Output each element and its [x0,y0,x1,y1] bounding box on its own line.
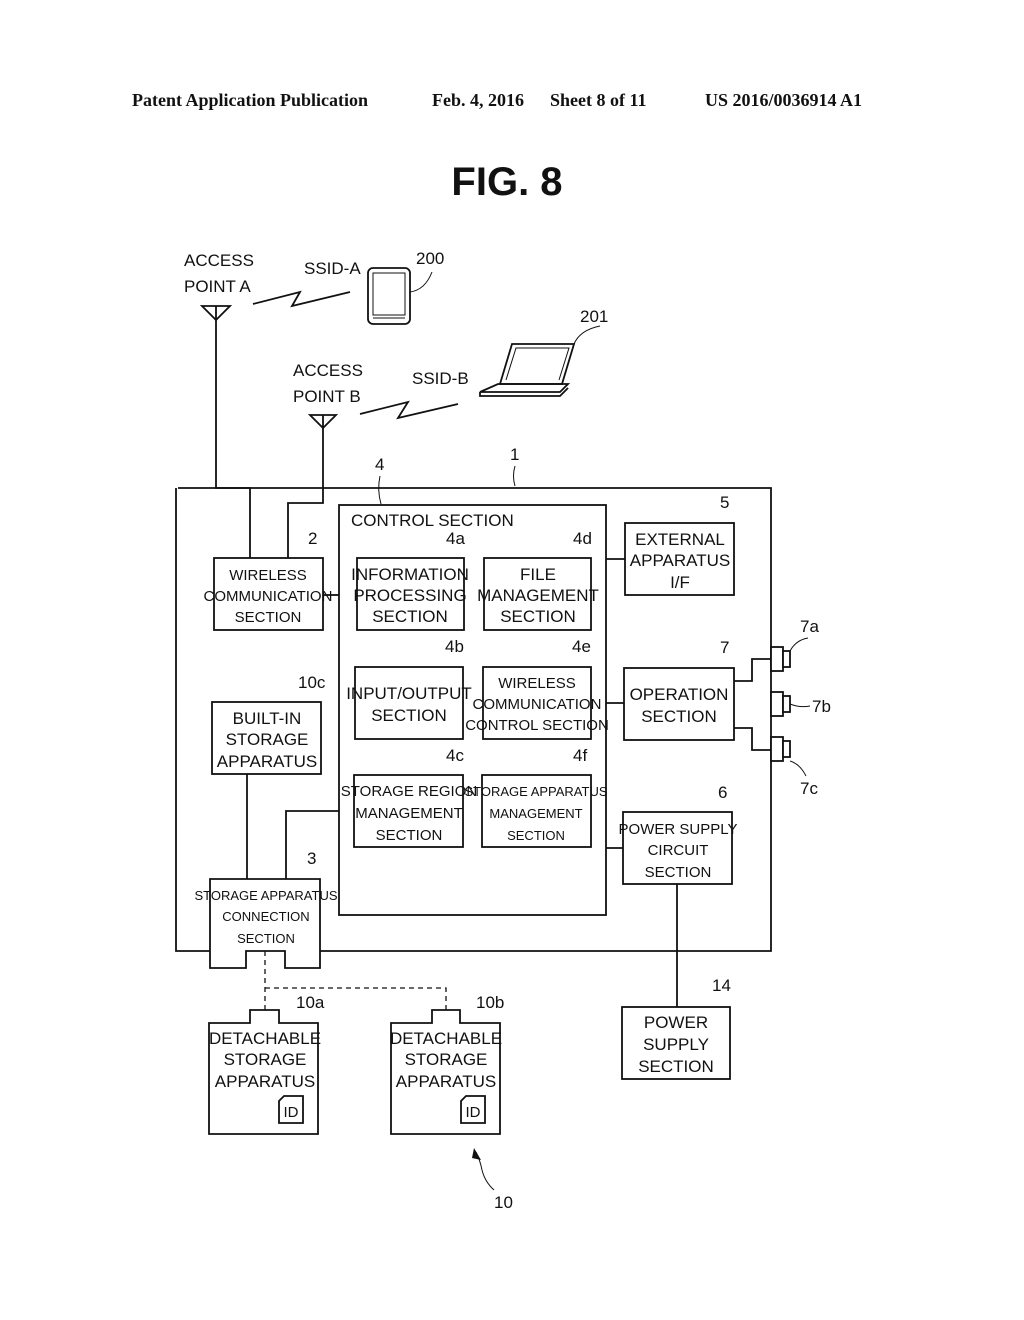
operation-line-2: SECTION [641,707,717,726]
external-if-line-3: I/F [670,573,690,592]
power-circuit-line-3: SECTION [645,864,712,881]
block-4e-line-1: WIRELESS [498,675,576,692]
wireless-communication-ref: 2 [308,529,317,548]
tablet-ref: 200 [416,249,444,268]
block-4a-line-3: SECTION [372,607,448,626]
external-if-ref: 5 [720,493,729,512]
wireless-communication-line-2: COMMUNICATION [204,588,333,605]
detachable-10a-line-3: APPARATUS [215,1072,315,1091]
operation-box [623,667,735,741]
block-4a-ref: 4a [446,529,465,548]
detachable-10b-line-3: APPARATUS [396,1072,496,1091]
block-4c-ref: 4c [446,746,464,765]
storage-connection-line-2: CONNECTION [222,909,309,924]
power-circuit-line-1: POWER SUPPLY [619,821,738,838]
block-4b [354,666,464,740]
power-circuit-ref: 6 [718,783,727,802]
block-4e-line-3: CONTROL SECTION [465,717,609,734]
ssid-a-label: SSID-A [304,259,361,278]
built-in-storage-line-3: APPARATUS [217,752,317,771]
block-4b-ref: 4b [445,637,464,656]
access-point-b-label-1: ACCESS [293,361,363,380]
power-supply-line-2: SUPPLY [643,1035,709,1054]
block-diagram: ACCESS POINT A SSID-A 200 ACCESS POINT B… [175,249,831,1212]
wireless-link-a-icon [252,290,351,308]
external-if-line-2: APPARATUS [630,551,730,570]
block-4f-line-1: STORAGE APPARATUS [464,784,607,799]
block-4f-line-3: SECTION [507,828,565,843]
id-card-10a-label: ID [284,1104,299,1121]
antenna-a-line [215,306,251,558]
detachable-10b-ref: 10b [476,993,504,1012]
operation-to-buttons-line [734,658,771,751]
detachable-10b-line-1: DETACHABLE [390,1029,502,1048]
id-card-10b-label: ID [466,1104,481,1121]
external-if-line-1: EXTERNAL [635,530,725,549]
built-in-storage-line-2: STORAGE [226,730,309,749]
tablet-icon [367,267,433,325]
power-supply-line-1: POWER [644,1013,708,1032]
control-section-title: CONTROL SECTION [351,511,514,530]
laptop-icon [479,325,601,397]
block-4f-ref: 4f [573,746,587,765]
detachable-10b-line-2: STORAGE [405,1050,488,1069]
control-section-ref: 4 [375,455,384,474]
power-supply-line-3: SECTION [638,1057,714,1076]
block-4e-ref: 4e [572,637,591,656]
operation-ref: 7 [720,638,729,657]
built-in-storage-line-1: BUILT-IN [233,709,302,728]
wireless-communication-line-3: SECTION [235,609,302,626]
block-4c-line-3: SECTION [376,827,443,844]
button-7b-icon [770,691,791,717]
built-in-storage-ref: 10c [298,673,326,692]
detachable-10a-line-2: STORAGE [224,1050,307,1069]
block-4d-ref: 4d [573,529,592,548]
block-4a-line-1: INFORMATION [351,565,469,584]
ssid-b-label: SSID-B [412,369,469,388]
button-7b-ref: 7b [812,697,831,716]
button-7c-ref: 7c [800,779,818,798]
block-4c-line-1: STORAGE REGION [341,783,477,800]
operation-line-1: OPERATION [630,685,729,704]
block-4b-line-1: INPUT/OUTPUT [346,684,472,703]
detachable-10a-ref: 10a [296,993,325,1012]
button-7a-icon [770,646,791,672]
wireless-communication-line-1: WIRELESS [229,567,307,584]
storage-connection-ref: 3 [307,849,316,868]
group-10-arrow-icon [472,1148,481,1160]
detachable-10a-line-1: DETACHABLE [209,1029,321,1048]
connection-to-control-line [285,810,339,879]
storage-connection-line-3: SECTION [237,931,295,946]
detachable-group-ref: 10 [494,1193,513,1212]
block-4a-line-2: PROCESSING [353,586,466,605]
block-4d-line-3: SECTION [500,607,576,626]
block-4e-line-2: COMMUNICATION [473,696,602,713]
wireless-link-b-icon [359,400,459,420]
power-circuit-line-2: CIRCUIT [648,842,709,859]
block-4f-line-2: MANAGEMENT [489,806,582,821]
access-point-a-label-2: POINT A [184,277,251,296]
access-point-a-label-1: ACCESS [184,251,254,270]
button-7a-ref: 7a [800,617,819,636]
antenna-b-line [287,415,324,558]
block-4d-line-1: FILE [520,565,556,584]
block-4b-line-2: SECTION [371,706,447,725]
button-7c-icon [770,736,791,762]
access-point-b-label-2: POINT B [293,387,361,406]
block-4d-line-2: MANAGEMENT [477,586,599,605]
access-point-a: ACCESS POINT A [184,251,254,558]
power-supply-ref: 14 [712,976,731,995]
storage-connection-line-1: STORAGE APPARATUS [194,888,337,903]
device-ref: 1 [510,445,519,464]
block-4c-line-2: MANAGEMENT [355,805,463,822]
laptop-ref: 201 [580,307,608,326]
